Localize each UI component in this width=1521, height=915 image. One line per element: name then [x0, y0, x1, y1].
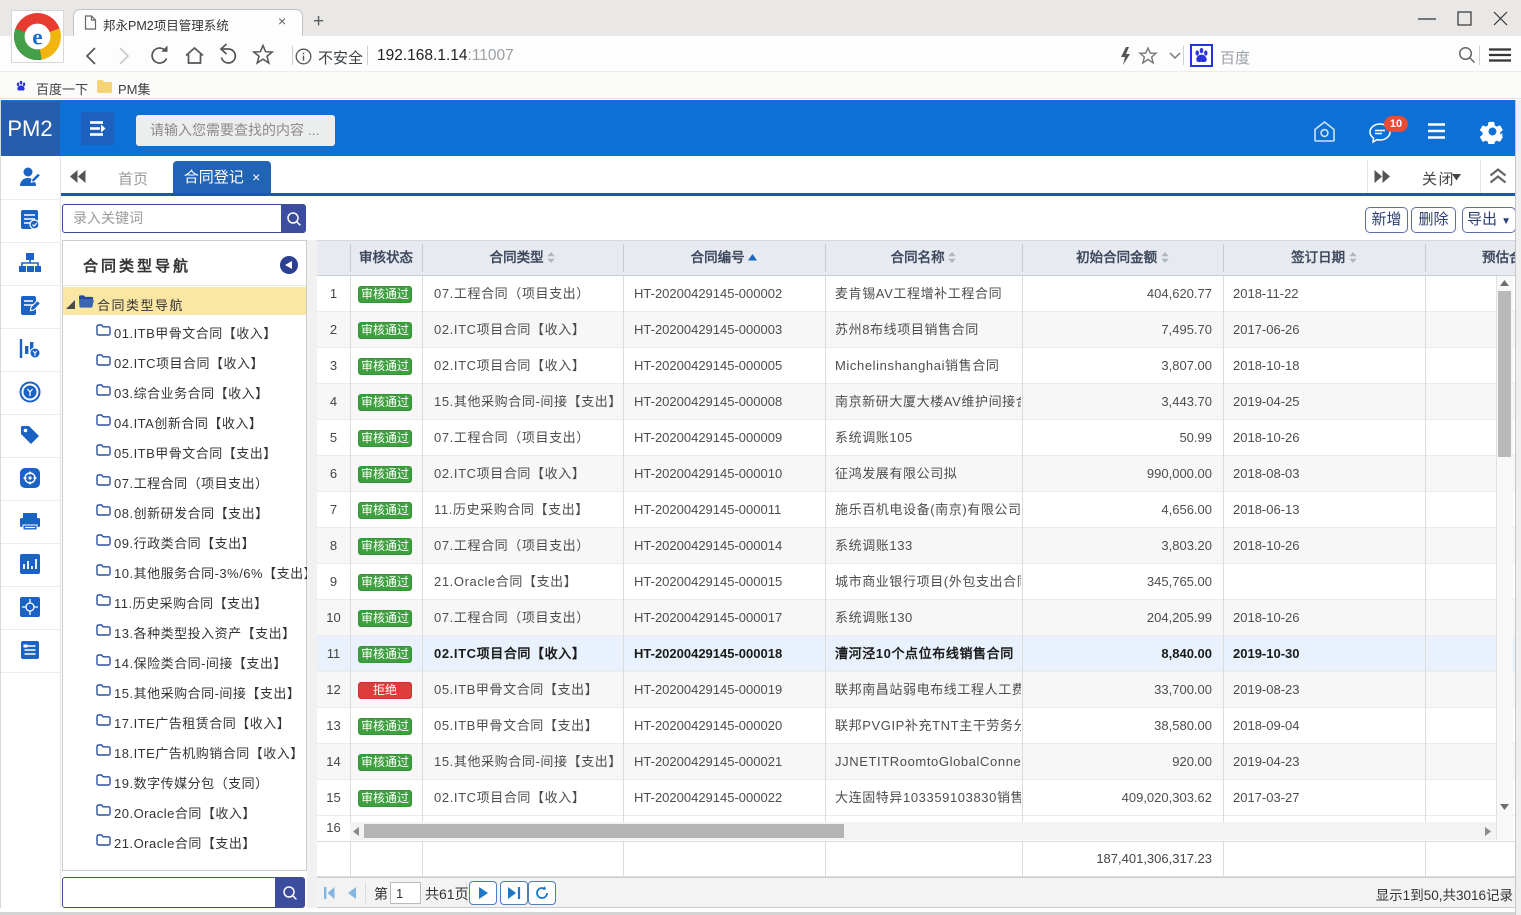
svg-text:e: e	[32, 24, 42, 50]
